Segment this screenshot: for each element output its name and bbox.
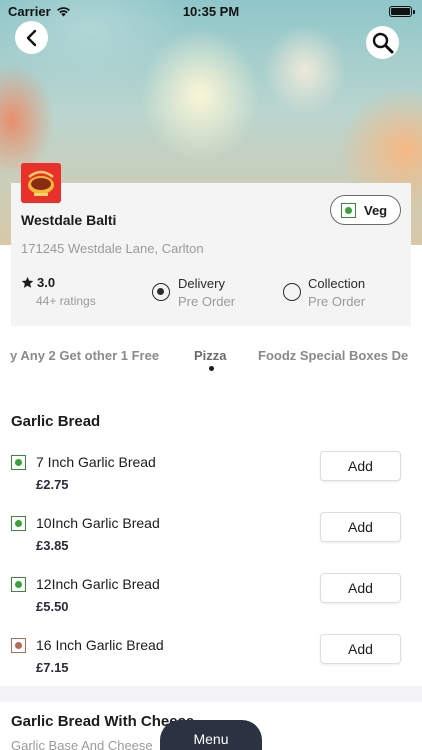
section-subtitle: Garlic Base And Cheese bbox=[11, 738, 153, 750]
menu-item: 7 Inch Garlic Bread £2.75 Add bbox=[0, 451, 422, 516]
status-bar: Carrier 10:35 PM bbox=[0, 0, 422, 24]
tab-pizza[interactable]: Pizza bbox=[194, 348, 227, 363]
item-name: 16 Inch Garlic Bread bbox=[36, 637, 164, 653]
add-button[interactable]: Add bbox=[320, 634, 401, 664]
restaurant-address: 171245 Westdale Lane, Carlton bbox=[21, 241, 204, 256]
collection-radio[interactable] bbox=[283, 283, 301, 301]
add-button[interactable]: Add bbox=[320, 451, 401, 481]
restaurant-name: Westdale Balti bbox=[21, 212, 117, 228]
battery-icon bbox=[389, 6, 415, 17]
star-icon bbox=[21, 276, 34, 288]
item-price: £7.15 bbox=[36, 660, 69, 675]
add-button[interactable]: Add bbox=[320, 573, 401, 603]
item-name: 10Inch Garlic Bread bbox=[36, 515, 160, 531]
tab-special-boxes[interactable]: Foodz Special Boxes De bbox=[258, 348, 408, 363]
clock: 10:35 PM bbox=[182, 4, 240, 19]
collection-preorder-label: Pre Order bbox=[308, 294, 366, 309]
veg-icon bbox=[11, 516, 26, 531]
back-button[interactable] bbox=[15, 21, 48, 54]
rating-value: 3.0 bbox=[37, 275, 56, 290]
active-tab-indicator bbox=[209, 366, 214, 371]
ratings-count: 44+ ratings bbox=[36, 294, 96, 308]
non-veg-icon bbox=[11, 638, 26, 653]
section-divider bbox=[0, 686, 422, 702]
veg-icon bbox=[11, 577, 26, 592]
search-button[interactable] bbox=[366, 26, 399, 59]
chevron-left-icon bbox=[26, 29, 36, 46]
collection-label: Collection bbox=[308, 276, 366, 291]
item-price: £2.75 bbox=[36, 477, 69, 492]
menu-item: 12Inch Garlic Bread £5.50 Add bbox=[0, 573, 422, 638]
logo-emblem-icon bbox=[21, 163, 61, 203]
item-name: 12Inch Garlic Bread bbox=[36, 576, 160, 592]
veg-icon bbox=[341, 202, 356, 218]
item-price: £3.85 bbox=[36, 538, 69, 553]
rating: 3.0 bbox=[21, 275, 55, 290]
category-tabs: y Any 2 Get other 1 Free Pizza Foodz Spe… bbox=[0, 348, 422, 372]
restaurant-logo bbox=[21, 163, 61, 203]
delivery-label: Delivery bbox=[178, 276, 225, 291]
search-icon bbox=[372, 32, 393, 53]
delivery-preorder-label: Pre Order bbox=[178, 294, 236, 309]
veg-toggle[interactable]: Veg bbox=[330, 195, 401, 225]
menu-item: 10Inch Garlic Bread £3.85 Add bbox=[0, 512, 422, 577]
veg-icon bbox=[11, 455, 26, 470]
item-name: 7 Inch Garlic Bread bbox=[36, 454, 156, 470]
delivery-radio[interactable] bbox=[152, 283, 170, 301]
item-price: £5.50 bbox=[36, 599, 69, 614]
section-title: Garlic Bread bbox=[11, 413, 101, 430]
menu-button[interactable]: Menu bbox=[160, 720, 262, 750]
tab-offer[interactable]: y Any 2 Get other 1 Free bbox=[10, 348, 159, 363]
add-button[interactable]: Add bbox=[320, 512, 401, 542]
veg-label: Veg bbox=[364, 202, 388, 218]
